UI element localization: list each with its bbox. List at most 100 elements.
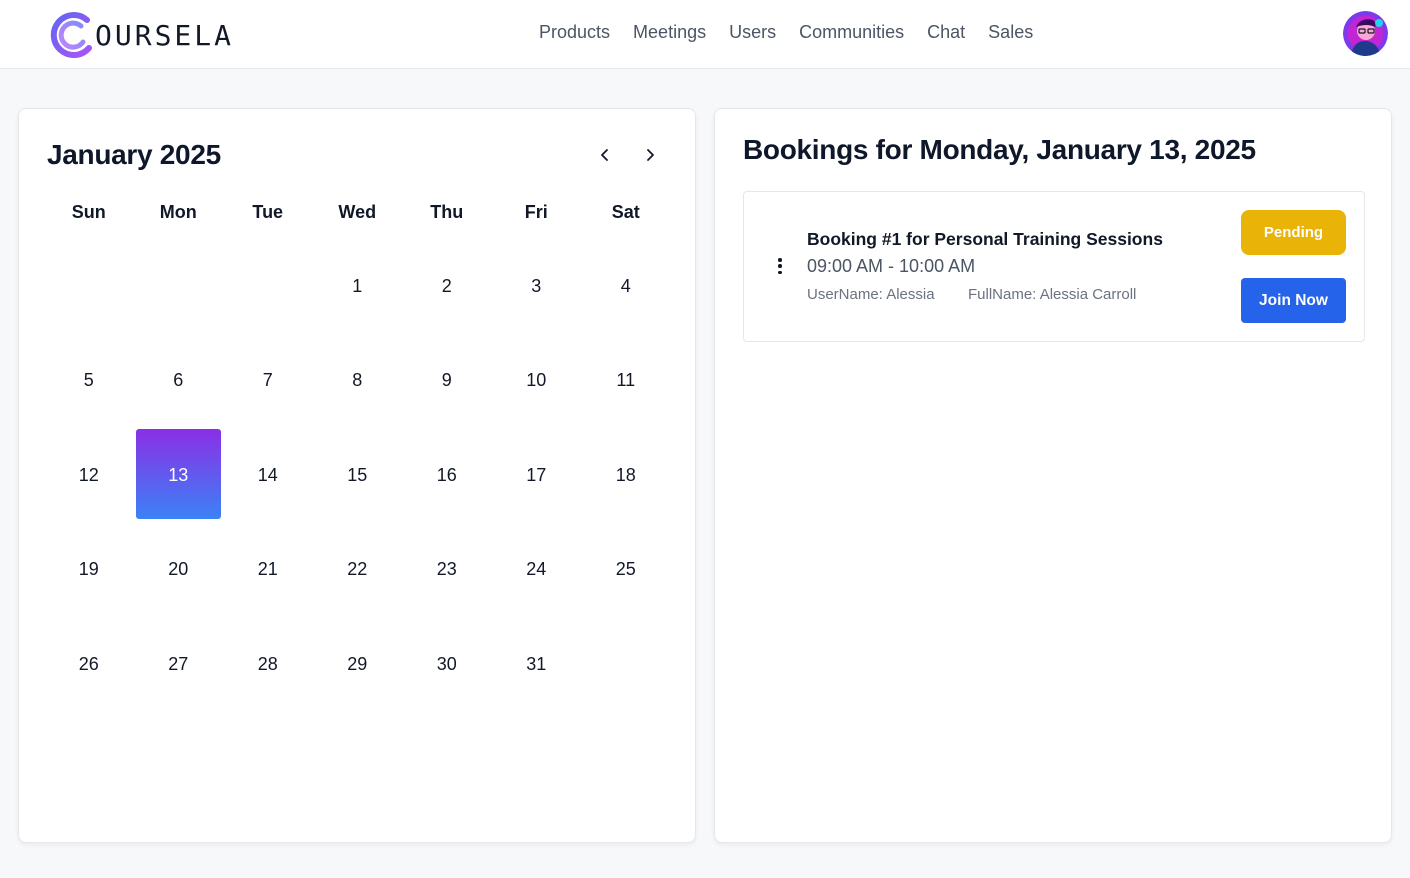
brand-logo[interactable]: OURSELA — [45, 10, 234, 58]
calendar-day-number: 11 — [616, 370, 636, 391]
calendar-day-number: 27 — [168, 653, 189, 674]
calendar-day-number: 15 — [347, 464, 368, 485]
calendar-day-number: 3 — [531, 275, 542, 296]
calendar-day-number: 5 — [83, 370, 94, 391]
calendar-day-empty — [223, 239, 313, 334]
bookings-title: Bookings for Monday, January 13, 2025 — [743, 134, 1256, 165]
calendar-day[interactable]: 14 — [223, 428, 313, 523]
calendar-day-number: 31 — [526, 653, 547, 674]
calendar-day-grid: 1 2 3 4 5 6 7 8 9 10 11 12 13 14 15 16 1… — [44, 239, 671, 712]
calendar-day-number: 23 — [436, 559, 457, 580]
calendar-day-number: 8 — [352, 370, 363, 391]
bookings-panel: Bookings for Monday, January 13, 2025 Bo… — [714, 108, 1392, 843]
booking-time: 09:00 AM - 10:00 AM — [807, 256, 976, 276]
calendar-day[interactable]: 5 — [44, 334, 134, 429]
calendar-day[interactable]: 28 — [223, 617, 313, 712]
calendar-panel: January 2025 Sun Mon Tue Wed Thu Fri Sat… — [18, 108, 696, 843]
calendar-day-number: 18 — [615, 464, 636, 485]
calendar-day[interactable]: 15 — [313, 428, 403, 523]
calendar-day[interactable]: 6 — [134, 334, 224, 429]
calendar-day[interactable]: 7 — [223, 334, 313, 429]
calendar-day[interactable]: 22 — [313, 523, 403, 618]
calendar-day[interactable]: 10 — [492, 334, 582, 429]
calendar-day[interactable]: 24 — [492, 523, 582, 618]
calendar-day[interactable]: 21 — [223, 523, 313, 618]
chevron-right-icon — [647, 149, 654, 161]
weekday-header: Sun Mon Tue Wed Thu Fri Sat — [44, 202, 671, 223]
calendar-day-empty — [581, 617, 671, 712]
calendar-day-number: 30 — [436, 653, 457, 674]
booking-username: UserName: Alessia — [807, 286, 935, 303]
calendar-day-selected[interactable]: 13 — [134, 428, 224, 523]
nav-item-users[interactable]: Users — [729, 22, 776, 43]
calendar-day-number: 22 — [347, 559, 368, 580]
calendar-day[interactable]: 26 — [44, 617, 134, 712]
calendar-day[interactable]: 29 — [313, 617, 403, 712]
calendar-day[interactable]: 27 — [134, 617, 224, 712]
calendar-day-number: 16 — [436, 464, 457, 485]
brand-name: OURSELA — [95, 18, 235, 52]
calendar-day-number: 19 — [78, 559, 99, 580]
nav-item-sales[interactable]: Sales — [988, 22, 1033, 43]
calendar-day-empty — [134, 239, 224, 334]
calendar-day-number: 14 — [257, 464, 278, 485]
calendar-day-number: 17 — [526, 464, 547, 485]
calendar-day[interactable]: 20 — [134, 523, 224, 618]
calendar-day[interactable]: 18 — [581, 428, 671, 523]
calendar-week-row: 1 2 3 4 — [44, 239, 671, 334]
calendar-day[interactable]: 4 — [581, 239, 671, 334]
calendar-week-row: 19 20 21 22 23 24 25 — [44, 523, 671, 618]
weekday-label: Thu — [430, 202, 464, 222]
next-month-button[interactable] — [638, 143, 662, 167]
calendar-day[interactable]: 19 — [44, 523, 134, 618]
calendar-day-number: 21 — [257, 559, 278, 580]
calendar-day[interactable]: 8 — [313, 334, 403, 429]
more-vertical-icon[interactable] — [772, 256, 788, 276]
calendar-day[interactable]: 16 — [402, 428, 492, 523]
calendar-day-number: 20 — [168, 559, 189, 580]
calendar-day-number: 24 — [526, 559, 547, 580]
calendar-day[interactable]: 12 — [44, 428, 134, 523]
calendar-day[interactable]: 3 — [492, 239, 582, 334]
calendar-day-empty — [44, 239, 134, 334]
nav-item-meetings[interactable]: Meetings — [633, 22, 706, 43]
booking-title: Booking #1 for Personal Training Session… — [807, 229, 1163, 249]
previous-month-button[interactable] — [593, 143, 617, 167]
calendar-day-number: 10 — [526, 370, 547, 391]
nav-item-communities[interactable]: Communities — [799, 22, 904, 43]
booking-card: Booking #1 for Personal Training Session… — [743, 191, 1365, 342]
weekday-label: Fri — [524, 202, 548, 222]
calendar-day[interactable]: 23 — [402, 523, 492, 618]
calendar-day-number: 7 — [262, 370, 273, 391]
calendar-week-row: 12 13 14 15 16 17 18 — [44, 428, 671, 523]
weekday-label: Sun — [71, 202, 106, 222]
weekday-label: Tue — [252, 202, 284, 222]
calendar-day[interactable]: 9 — [402, 334, 492, 429]
calendar-day[interactable]: 30 — [402, 617, 492, 712]
calendar-day[interactable]: 31 — [492, 617, 582, 712]
top-navbar: OURSELA Products Meetings Users Communit… — [0, 0, 1410, 69]
chevron-left-icon — [601, 149, 608, 161]
avatar-icon — [1343, 11, 1388, 56]
calendar-day-number: 6 — [173, 370, 184, 391]
calendar-day-number: 12 — [78, 464, 99, 485]
user-avatar[interactable] — [1343, 11, 1388, 56]
weekday-label: Wed — [338, 202, 377, 222]
calendar-day-number: 29 — [347, 653, 368, 674]
calendar-day[interactable]: 2 — [402, 239, 492, 334]
calendar-day-number: 13 — [168, 464, 189, 485]
join-now-button[interactable]: Join Now — [1241, 278, 1346, 323]
nav-item-products[interactable]: Products — [539, 22, 610, 43]
calendar-week-row: 26 27 28 29 30 31 — [44, 617, 671, 712]
calendar-month-title: January 2025 — [47, 139, 221, 170]
calendar-day-number: 9 — [441, 370, 452, 391]
calendar-day-number: 26 — [78, 653, 99, 674]
calendar-day[interactable]: 1 — [313, 239, 403, 334]
calendar-week-row: 5 6 7 8 9 10 11 — [44, 334, 671, 429]
calendar-day[interactable]: 11 — [581, 334, 671, 429]
calendar-day-number: 2 — [441, 275, 452, 296]
calendar-day[interactable]: 25 — [581, 523, 671, 618]
nav-item-chat[interactable]: Chat — [927, 22, 965, 43]
calendar-day[interactable]: 17 — [492, 428, 582, 523]
calendar-day-number: 25 — [615, 559, 636, 580]
